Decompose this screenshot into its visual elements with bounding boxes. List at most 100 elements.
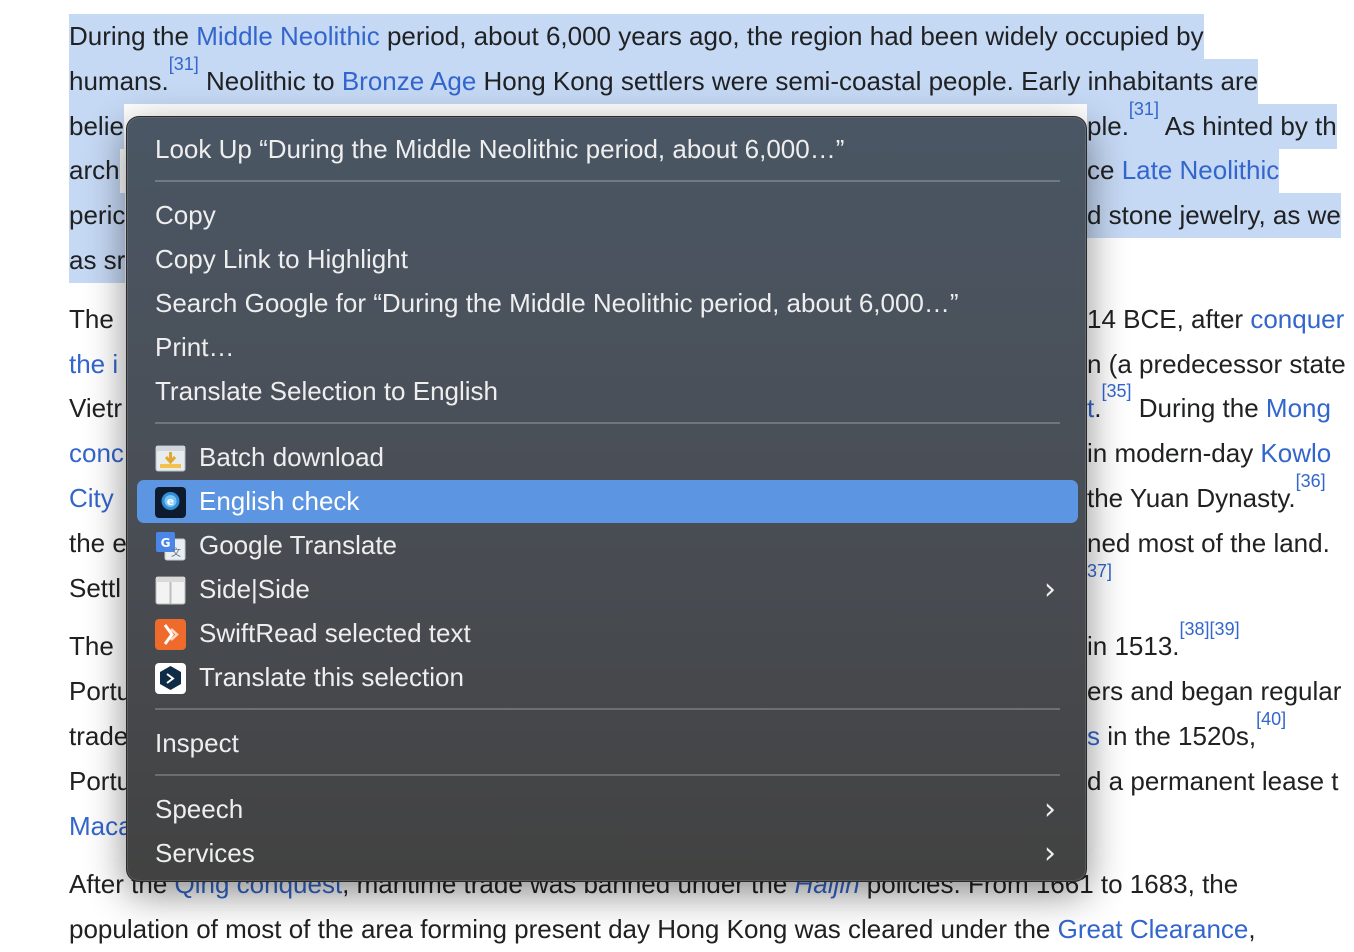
citation-link[interactable]: [40]: [1256, 709, 1286, 729]
article-link[interactable]: Middle Neolithic: [196, 21, 380, 51]
article-line-fragment: 14 BCE, after conquer: [1087, 297, 1344, 342]
chevron-right-icon: ›: [1044, 572, 1056, 607]
article-line: population of most of the area forming p…: [69, 907, 1256, 952]
article-text: belie: [69, 111, 124, 141]
article-link[interactable]: conc: [69, 438, 124, 468]
article-text: 14 BCE, after: [1087, 304, 1251, 334]
article-text: as sr: [69, 245, 126, 275]
menu-item-services[interactable]: Services ›: [137, 832, 1078, 875]
article-line-fragment: ned most of the land.: [1087, 521, 1330, 566]
article-link[interactable]: Bronze Age: [342, 66, 476, 96]
menu-item-speech[interactable]: Speech ›: [137, 788, 1078, 831]
citation-link[interactable]: [38][39]: [1180, 619, 1240, 639]
article-link[interactable]: Late Neolithic: [1122, 155, 1280, 185]
menu-item-label: Services: [155, 838, 255, 868]
article-link[interactable]: Kowlo: [1260, 438, 1331, 468]
article-text: n (a predecessor state: [1087, 349, 1346, 379]
article-line-fragment: in 1513.[38][39]: [1087, 620, 1240, 669]
article-line: The: [69, 297, 114, 342]
citation-link[interactable]: [31]: [169, 54, 199, 74]
menu-item-label: Translate this selection: [199, 662, 464, 692]
menu-item-label: Copy: [155, 200, 216, 230]
article-line-fragment: 37]: [1087, 562, 1112, 611]
article-text: The: [69, 631, 114, 661]
menu-item-google-translate[interactable]: G 文 Google Translate: [137, 524, 1078, 567]
article-link[interactable]: City: [69, 483, 114, 513]
menu-item-label: Inspect: [155, 728, 239, 758]
article-text: Vietr: [69, 393, 122, 423]
english-check-icon: e: [155, 487, 186, 518]
article-link[interactable]: conquer: [1250, 304, 1344, 334]
article-line: Portu: [69, 759, 131, 804]
article-line-fragment: ce Late Neolithic: [1087, 148, 1280, 193]
article-line: humans.[31] Neolithic to Bronze Age Hong…: [69, 55, 1259, 104]
article-text: ple.: [1087, 111, 1129, 141]
article-line: the e: [69, 521, 127, 566]
article-text: arch: [69, 155, 120, 185]
article-line-fragment: d stone jewelry, as we: [1087, 193, 1341, 238]
citation-link[interactable]: [35]: [1101, 381, 1131, 401]
article-text: Hong Kong settlers were semi-coastal peo…: [476, 66, 1259, 96]
article-link[interactable]: Maca: [69, 811, 133, 841]
menu-separator: [155, 774, 1060, 776]
article-text: humans.: [69, 66, 169, 96]
article-link[interactable]: Mong: [1266, 393, 1331, 423]
article-text: d a permanent lease t: [1087, 766, 1339, 796]
menu-item-label: Look Up “During the Middle Neolithic per…: [155, 134, 845, 164]
menu-item-label: Translate Selection to English: [155, 376, 499, 406]
article-line-fragment: in modern-day Kowlo: [1087, 431, 1331, 476]
swiftread-icon: [155, 619, 186, 650]
menu-separator: [155, 422, 1060, 424]
menu-item-search-google[interactable]: Search Google for “During the Middle Neo…: [137, 282, 1078, 325]
article-text: ce: [1087, 155, 1122, 185]
citation-link[interactable]: [36]: [1296, 471, 1326, 491]
article-line: The: [69, 624, 114, 669]
article-text: Neolithic to: [198, 66, 342, 96]
menu-item-look-up[interactable]: Look Up “During the Middle Neolithic per…: [137, 128, 1078, 171]
menu-item-copy-link-to-highlight[interactable]: Copy Link to Highlight: [137, 238, 1078, 281]
menu-item-print[interactable]: Print…: [137, 326, 1078, 369]
article-text: in modern-day: [1087, 438, 1261, 468]
menu-item-translate-this-selection[interactable]: Translate this selection: [137, 656, 1078, 699]
article-text: During the: [69, 21, 197, 51]
menu-item-side-side[interactable]: Side|Side ›: [137, 568, 1078, 611]
google-translate-icon: G 文: [155, 531, 186, 562]
article-text: the e: [69, 528, 127, 558]
article-line: City: [69, 476, 114, 521]
menu-item-inspect[interactable]: Inspect: [137, 722, 1078, 765]
article-line-fragment: the Yuan Dynasty.[36]: [1087, 472, 1326, 521]
citation-link[interactable]: [31]: [1129, 99, 1159, 119]
menu-item-batch-download[interactable]: Batch download: [137, 436, 1078, 479]
menu-item-translate-selection[interactable]: Translate Selection to English: [137, 370, 1078, 413]
menu-item-swiftread[interactable]: SwiftRead selected text: [137, 612, 1078, 655]
article-line: trade: [69, 714, 128, 759]
article-text: period, about 6,000 years ago, the regio…: [379, 21, 1204, 51]
svg-text:文: 文: [171, 546, 181, 559]
article-line: Maca: [69, 804, 133, 849]
menu-item-label: SwiftRead selected text: [199, 618, 471, 648]
deepl-icon: [155, 663, 186, 694]
menu-separator: [155, 708, 1060, 710]
article-text: ned most of the land.: [1087, 528, 1330, 558]
menu-item-label: Search Google for “During the Middle Neo…: [155, 288, 959, 318]
article-line: the i: [69, 342, 118, 387]
menu-item-label: Speech: [155, 794, 244, 824]
citation-link[interactable]: 37]: [1087, 561, 1112, 581]
menu-item-label: English check: [199, 486, 360, 516]
article-line-fragment: d a permanent lease t: [1087, 759, 1339, 804]
article-line: peric: [69, 193, 126, 238]
article-text: The: [69, 304, 114, 334]
article-text: ers and began regular: [1087, 676, 1342, 706]
article-link[interactable]: s: [1087, 721, 1100, 751]
article-text: Portu: [69, 766, 132, 796]
article-line-fragment: t.[35] During the Mong: [1087, 382, 1331, 431]
article-text: trade: [69, 721, 129, 751]
article-line: conc: [69, 431, 124, 476]
menu-item-english-check[interactable]: e English check: [137, 480, 1078, 523]
menu-item-copy[interactable]: Copy: [137, 194, 1078, 237]
article-line: During the Middle Neolithic period, abou…: [69, 14, 1204, 59]
article-line-fragment: ers and began regular: [1087, 669, 1341, 714]
article-line-fragment: s in the 1520s,[40]: [1087, 710, 1286, 759]
article-line: as sr: [69, 238, 126, 283]
article-link[interactable]: the i: [69, 349, 118, 379]
